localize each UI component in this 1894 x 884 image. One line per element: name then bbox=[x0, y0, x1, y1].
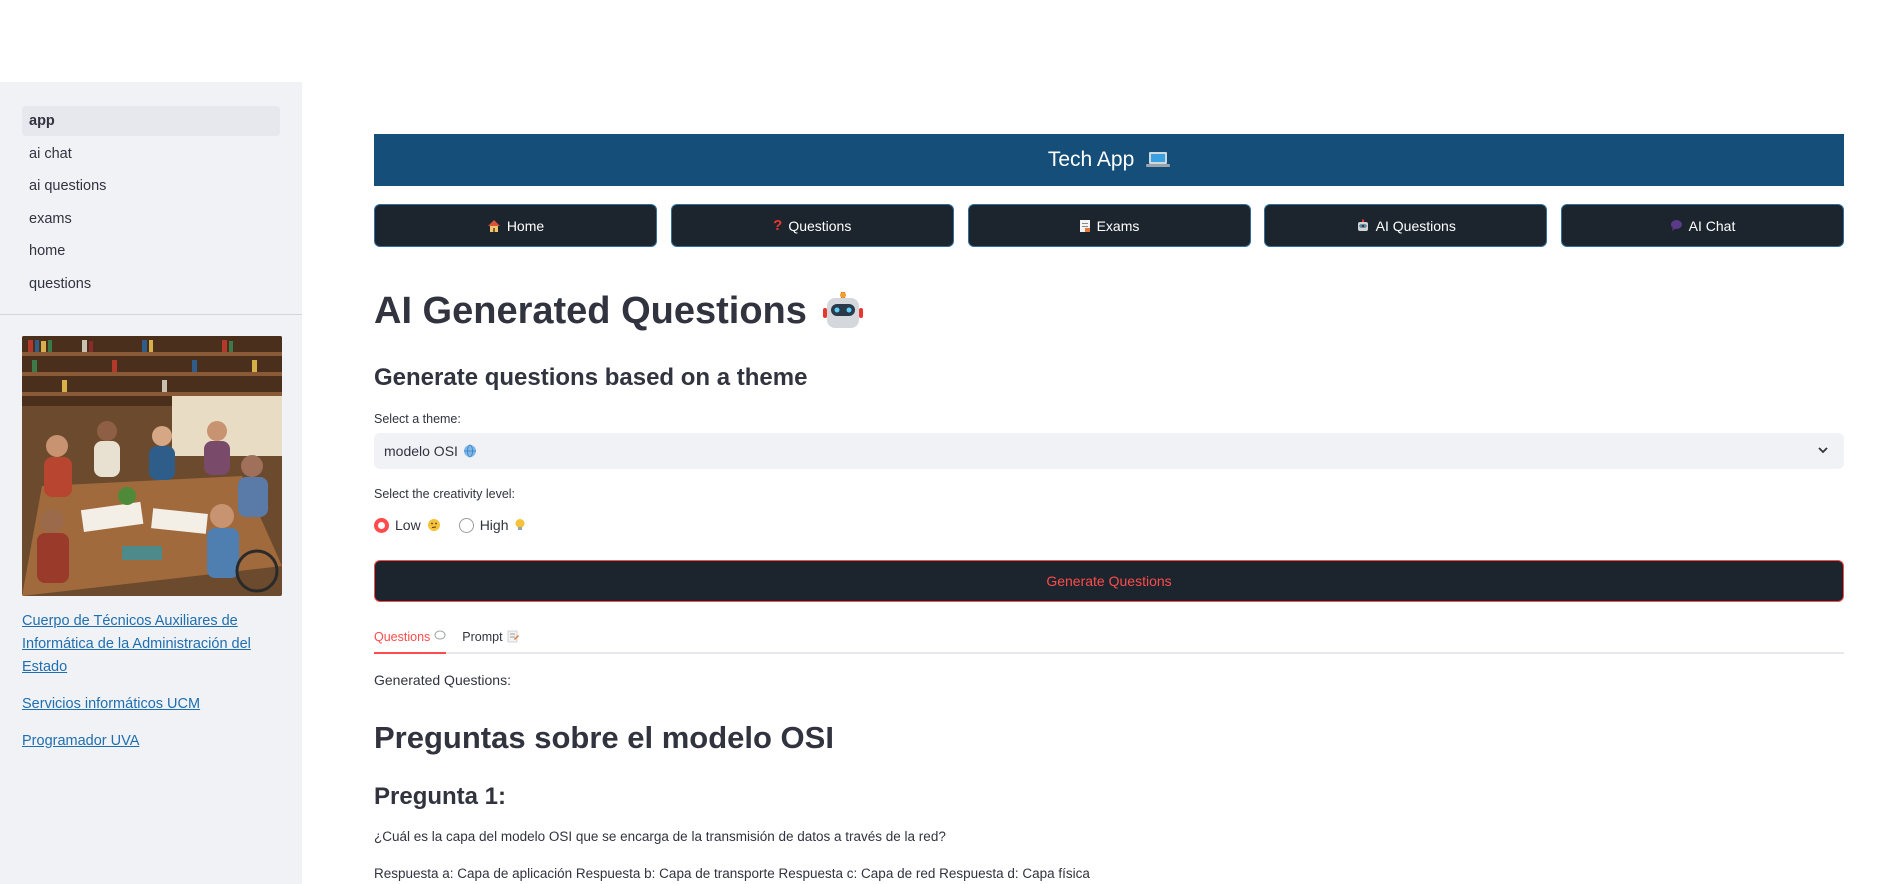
result-heading: Preguntas sobre el modelo OSI bbox=[374, 720, 834, 755]
nav-button-label: Questions bbox=[788, 217, 852, 234]
generated-questions-label: Generated Questions: bbox=[374, 672, 511, 688]
nav-button-home[interactable]: Home bbox=[374, 204, 657, 247]
lightbulb-icon bbox=[514, 518, 526, 532]
robot-icon bbox=[1356, 219, 1370, 233]
sidebar-nav: app ai chat ai questions exams home ques… bbox=[0, 82, 302, 299]
house-icon bbox=[487, 219, 501, 233]
sidebar-links: Cuerpo de Técnicos Auxiliares de Informá… bbox=[22, 610, 282, 767]
question-text: ¿Cuál es la capa del modelo OSI que se e… bbox=[374, 829, 946, 844]
answers-text: Respuesta a: Capa de aplicación Respuest… bbox=[374, 866, 1090, 881]
nav-button-label: AI Questions bbox=[1375, 217, 1456, 234]
sidebar-item-ai-questions[interactable]: ai questions bbox=[22, 171, 280, 201]
nav-button-label: Exams bbox=[1096, 217, 1140, 234]
nav-button-questions[interactable]: ? Questions bbox=[670, 204, 954, 247]
sidebar-item-questions[interactable]: questions bbox=[22, 269, 280, 299]
nav-button-label: AI Chat bbox=[1688, 217, 1736, 234]
radio-selected-icon bbox=[374, 517, 389, 533]
tab-questions[interactable]: Questions bbox=[374, 622, 447, 654]
result-tabs: Questions Prompt bbox=[374, 622, 1844, 654]
app-banner: Tech App bbox=[374, 134, 1844, 186]
sidebar: app ai chat ai questions exams home ques… bbox=[0, 82, 302, 884]
nav-button-ai-chat[interactable]: AI Chat bbox=[1561, 204, 1844, 247]
theme-select-value: modelo OSI bbox=[384, 443, 458, 459]
sidebar-divider bbox=[0, 314, 302, 315]
thinking-face-icon bbox=[427, 518, 441, 532]
sidebar-item-ai-chat[interactable]: ai chat bbox=[22, 139, 280, 169]
sidebar-item-exams[interactable]: exams bbox=[22, 204, 280, 234]
speech-bubble-icon bbox=[1670, 219, 1683, 232]
memo-icon bbox=[507, 624, 519, 643]
banner-title: Tech App bbox=[1047, 148, 1135, 171]
robot-icon bbox=[821, 291, 865, 332]
radio-label: High bbox=[479, 517, 509, 533]
link-programador-uva[interactable]: Programador UVA bbox=[22, 730, 282, 753]
question-mark-icon: ? bbox=[773, 217, 783, 234]
tab-prompt[interactable]: Prompt bbox=[462, 622, 519, 654]
page-title: AI Generated Questions bbox=[374, 290, 865, 333]
globe-icon bbox=[463, 444, 477, 458]
theme-select-label: Select a theme: bbox=[374, 412, 461, 426]
section-subtitle: Generate questions based on a theme bbox=[374, 364, 808, 391]
tab-label: Questions bbox=[374, 630, 431, 644]
tab-label: Prompt bbox=[462, 630, 503, 644]
creativity-label: Select the creativity level: bbox=[374, 487, 516, 501]
nav-button-label: Home bbox=[506, 217, 545, 234]
speech-bubble-icon bbox=[434, 624, 446, 641]
nav-button-exams[interactable]: Exams bbox=[967, 204, 1251, 247]
creativity-option-high[interactable]: High bbox=[458, 517, 527, 533]
link-servicios-ucm[interactable]: Servicios informáticos UCM bbox=[22, 693, 282, 716]
library-study-image bbox=[22, 336, 282, 596]
radio-label: Low bbox=[395, 517, 421, 533]
sidebar-item-app[interactable]: app bbox=[22, 106, 280, 136]
main-content: Tech App Home ? Questions Exams AI Quest… bbox=[374, 0, 1844, 884]
document-icon bbox=[1079, 219, 1091, 233]
theme-select[interactable]: modelo OSI bbox=[374, 433, 1844, 469]
chevron-down-icon bbox=[1816, 443, 1830, 460]
nav-button-ai-questions[interactable]: AI Questions bbox=[1264, 204, 1548, 247]
creativity-radio-group: Low High bbox=[374, 517, 526, 533]
page-title-text: AI Generated Questions bbox=[374, 290, 807, 332]
top-nav: Home ? Questions Exams AI Questions AI C… bbox=[374, 204, 1844, 247]
laptop-icon bbox=[1146, 151, 1171, 169]
question-heading: Pregunta 1: bbox=[374, 783, 507, 810]
sidebar-item-home[interactable]: home bbox=[22, 236, 280, 266]
generate-questions-button[interactable]: Generate Questions bbox=[374, 560, 1844, 602]
creativity-option-low[interactable]: Low bbox=[374, 517, 441, 533]
radio-unselected-icon bbox=[458, 517, 474, 533]
link-tai-estado[interactable]: Cuerpo de Técnicos Auxiliares de Informá… bbox=[22, 610, 282, 679]
